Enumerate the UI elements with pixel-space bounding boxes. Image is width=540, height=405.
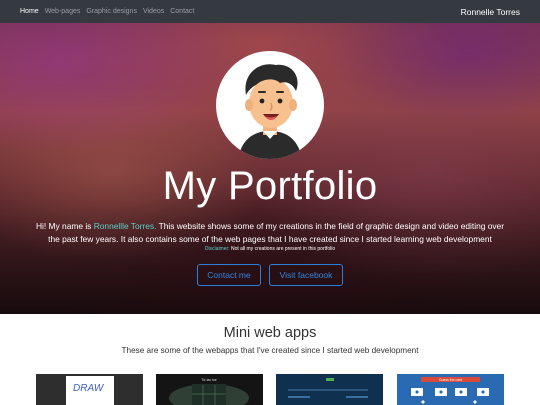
navbar: Home Web-pages Graphic designs Videos Co… — [0, 0, 540, 23]
navbar-brand[interactable]: Ronnelle Torres — [461, 7, 520, 17]
webapp-thumbnail-tictactoe[interactable]: Tic tac toe — [156, 374, 263, 405]
visit-facebook-button[interactable]: Visit facebook — [269, 264, 343, 286]
webapp-thumbnail-draw[interactable]: DRAW — [36, 374, 143, 405]
nav-link-graphic-designs[interactable]: Graphic designs — [86, 8, 137, 15]
hero-desc-intro: Hi! My name is — [35, 221, 94, 231]
contact-me-button[interactable]: Contact me — [197, 264, 261, 286]
draw-canvas-preview: DRAW — [66, 376, 114, 405]
avatar-illustration — [238, 64, 302, 159]
disclaimer: Disclaimer: Not all my creations are pre… — [0, 246, 540, 252]
nav-links: Home Web-pages Graphic designs Videos Co… — [20, 8, 194, 15]
section-title: Mini web apps — [223, 325, 317, 341]
tictactoe-preview-text: Tic tac toe — [201, 378, 217, 382]
hero-section: My Portfolio Hi! My name is Ronnellle To… — [0, 23, 540, 314]
avatar — [216, 51, 324, 159]
guess-card-preview: Guess the card — [397, 374, 504, 405]
hero-desc-name: Ronnellle Torres. — [93, 221, 157, 231]
webapp-3-preview — [276, 374, 383, 405]
disclaimer-label: Disclaimer: — [204, 246, 230, 252]
nav-link-home[interactable]: Home — [20, 8, 39, 15]
section-subtitle: These are some of the webapps that I've … — [121, 346, 419, 355]
webapp-thumbnail-guess-the-card[interactable]: Guess the card — [397, 374, 504, 405]
nav-link-web-pages[interactable]: Web-pages — [45, 8, 81, 15]
hero-title: My Portfolio — [162, 164, 378, 208]
hero-description: Hi! My name is Ronnellle Torres. This we… — [30, 220, 510, 245]
tictactoe-preview: Tic tac toe — [156, 374, 263, 405]
draw-scribble-text: DRAW — [73, 383, 105, 394]
guess-card-preview-text: Guess the card — [439, 378, 462, 382]
nav-link-contact[interactable]: Contact — [170, 8, 194, 15]
webapp-thumbnail-3[interactable] — [276, 374, 383, 405]
nav-link-videos[interactable]: Videos — [143, 8, 164, 15]
draw-scribble: DRAW — [73, 383, 105, 394]
disclaimer-text: Not all my creations are present in this… — [229, 246, 336, 252]
